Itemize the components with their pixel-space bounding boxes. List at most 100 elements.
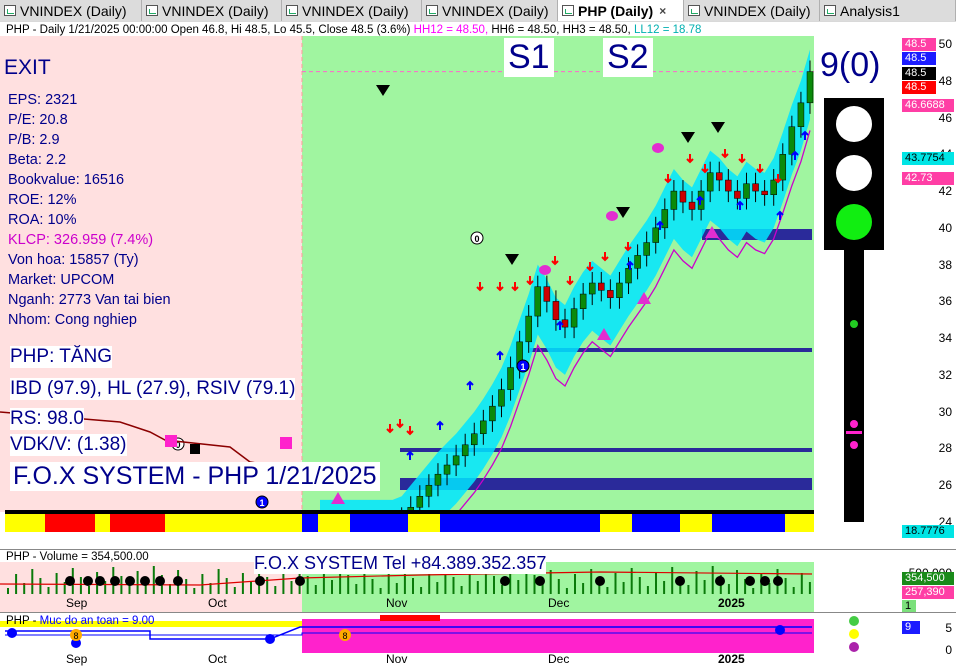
tab-label: VNINDEX (Daily) xyxy=(704,2,811,19)
eight-marker-text: 8 xyxy=(342,631,347,641)
traffic-light-top xyxy=(836,106,872,142)
candle-body xyxy=(498,389,505,407)
tab-close-icon[interactable]: × xyxy=(659,4,666,18)
price-chart[interactable]: 0110 xyxy=(0,22,902,532)
y-axis-tick: 5 xyxy=(945,621,952,635)
system-title: F.O.X SYSTEM - PHP 1/21/2025 xyxy=(10,462,380,491)
y-axis-tick: 50 xyxy=(938,37,952,51)
volume-spike-dot xyxy=(140,576,150,586)
chart-icon xyxy=(688,5,700,16)
price-axis[interactable]: 504846444240383634323028262448.548.548.5… xyxy=(902,22,956,538)
candle-body xyxy=(806,71,814,104)
x-axis-label: Sep xyxy=(66,596,88,610)
signal-band-segment xyxy=(680,512,712,532)
chart-icon xyxy=(562,5,574,16)
candle-body xyxy=(788,126,796,155)
volume-spike-dot xyxy=(255,576,265,586)
rs-label: RS: 98.0 xyxy=(10,408,84,430)
volume-spike-dot xyxy=(745,576,755,586)
y-axis-tick: 32 xyxy=(938,367,952,382)
bullish-zone xyxy=(302,36,814,512)
tab-label: VNINDEX (Daily) xyxy=(162,2,269,19)
tab-label: VNINDEX (Daily) xyxy=(20,2,127,19)
chart-icon xyxy=(4,5,16,16)
tab-label: VNINDEX (Daily) xyxy=(302,2,409,19)
y-axis-tick: 28 xyxy=(938,441,952,456)
volume-axis[interactable]: 500,000354,500257,3901 xyxy=(902,549,956,613)
ibd-label: IBD (97.9), HL (27.9), RSIV (79.1) xyxy=(10,378,296,400)
candle-body xyxy=(679,190,687,203)
volume-spike-dot xyxy=(295,576,305,586)
volume-spike-dot xyxy=(675,576,685,586)
fundamental-item: P/E: 20.8 xyxy=(8,112,68,128)
candle-body xyxy=(634,255,641,269)
candle-body xyxy=(570,308,578,328)
candle-body xyxy=(443,464,451,475)
price-pane[interactable]: 0110 PHP - Daily 1/21/2025 00:00:00 Open… xyxy=(0,22,902,532)
candle-body xyxy=(543,286,551,302)
y-axis-tick: 34 xyxy=(938,331,952,346)
pole-indicator xyxy=(850,441,858,449)
y-axis-tick: 42 xyxy=(938,184,952,199)
candle-body xyxy=(598,282,605,291)
pole-indicator xyxy=(850,320,858,328)
tab-chart-1[interactable]: VNINDEX (Daily) xyxy=(142,0,282,21)
tab-chart-3[interactable]: VNINDEX (Daily) xyxy=(422,0,558,21)
candle-body xyxy=(588,282,596,295)
signal-band-segment xyxy=(408,512,440,532)
candle-body xyxy=(607,290,614,298)
price-header-ll12: LL12 = 18.78 xyxy=(633,24,702,36)
marker-badge: 1 xyxy=(255,495,269,509)
volume-spike-dot xyxy=(110,576,120,586)
volume-spike-dot xyxy=(83,576,93,586)
safety-pane[interactable]: 8 8 PHP - Muc do an toan = 9.00 Sep Oct Nov… xyxy=(0,612,902,666)
tab-chart-6[interactable]: Analysis1 xyxy=(820,0,956,21)
tab-chart-2[interactable]: VNINDEX (Daily) xyxy=(282,0,422,21)
signal-band-segment xyxy=(350,512,408,532)
x-axis-label: Nov xyxy=(386,596,408,610)
pole-indicator-bar xyxy=(846,431,862,434)
safety-header-prefix: PHP - xyxy=(6,615,40,627)
volume-header: PHP - Volume = 354,500.00 xyxy=(6,551,149,563)
tab-chart-0[interactable]: VNINDEX (Daily) xyxy=(0,0,142,21)
candle-body xyxy=(725,179,732,192)
system-tel: F.O.X SYSTEM Tel +84.389.352.357 xyxy=(254,553,547,574)
volume-pane[interactable]: PHP - Volume = 354,500.00 F.O.X SYSTEM T… xyxy=(0,549,902,612)
volume-spike-dot xyxy=(535,576,545,586)
signal-band-segment xyxy=(110,512,165,532)
tab-chart-5[interactable]: VNINDEX (Daily) xyxy=(684,0,820,21)
volume-badge: 257,390 xyxy=(902,586,954,599)
fundamental-item: ROA: 10% xyxy=(8,212,77,228)
price-header-hh3: HH3 = 48.50, xyxy=(562,24,631,36)
chart-icon xyxy=(824,5,836,16)
y-axis-tick: 40 xyxy=(938,220,952,235)
signal-count-label: 9(0) xyxy=(820,46,881,85)
eight-marker: 8 xyxy=(70,629,82,641)
price-badge: 48.5 xyxy=(902,81,936,94)
magenta-square xyxy=(165,435,177,447)
exit-label: EXIT xyxy=(4,56,51,79)
y-axis-tick: 30 xyxy=(938,404,952,419)
fundamental-item: Beta: 2.2 xyxy=(8,152,67,168)
candle-body xyxy=(643,242,650,256)
safety-axis[interactable]: 5 0 9 xyxy=(902,612,956,666)
volume-spike-dot xyxy=(173,576,183,586)
price-header-prefix: PHP - Daily 1/21/2025 00:00:00 Open 46.8… xyxy=(6,24,411,36)
volume-spike-dot xyxy=(125,576,135,586)
safety-level-dot xyxy=(849,629,859,639)
signal-band-segment xyxy=(600,512,632,532)
candle-body xyxy=(761,190,768,196)
price-header-hh12: HH12 = 48.50, xyxy=(413,24,489,36)
pivot-dot-icon xyxy=(652,143,664,153)
candle-body xyxy=(425,484,433,497)
y-axis-tick: 26 xyxy=(938,478,952,493)
candle-body xyxy=(489,405,496,422)
x-axis-label: Sep xyxy=(66,652,88,666)
volume-spike-dot xyxy=(715,576,725,586)
safety-level-dot xyxy=(849,616,859,626)
candle-body xyxy=(743,183,750,199)
pole-indicator xyxy=(850,420,858,428)
safety-right-zone xyxy=(302,619,814,653)
tab-php-daily[interactable]: PHP (Daily) × xyxy=(558,0,684,21)
x-axis-label: Dec xyxy=(548,652,570,666)
